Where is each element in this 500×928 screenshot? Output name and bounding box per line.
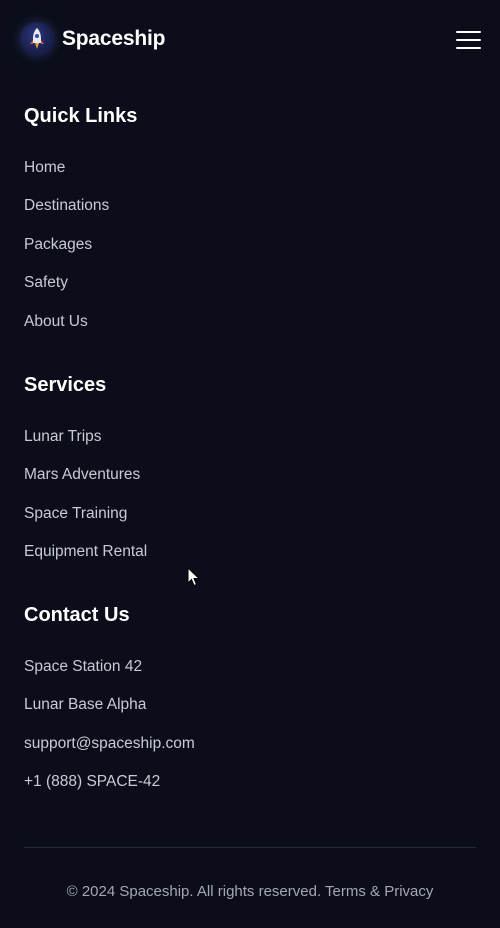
list-item: Destinations [24, 197, 476, 235]
quick-links-list: Home Destinations Packages Safety About … [24, 159, 476, 351]
list-item: Space Training [24, 505, 476, 543]
contact-heading: Contact Us [24, 604, 130, 626]
link-mars-adventures[interactable]: Mars Adventures [24, 466, 140, 483]
link-about-us[interactable]: About Us [24, 313, 88, 330]
list-item: Safety [24, 274, 476, 312]
list-item: +1 (888) SPACE-42 [24, 773, 476, 811]
contact-list: Space Station 42 Lunar Base Alpha suppor… [24, 658, 476, 812]
link-home[interactable]: Home [24, 159, 65, 176]
footer-bottom: © 2024 Spaceship. All rights reserved. T… [0, 883, 500, 900]
quick-links-section: Quick Links Home Destinations Packages S… [24, 104, 476, 351]
copyright-text: © 2024 Spaceship. All rights reserved. [66, 883, 322, 900]
contact-section: Contact Us Space Station 42 Lunar Base A… [24, 603, 476, 812]
list-item: Lunar Trips [24, 428, 476, 466]
link-space-training[interactable]: Space Training [24, 505, 127, 522]
contact-address-2: Lunar Base Alpha [24, 696, 147, 714]
list-item: support@spaceship.com [24, 735, 476, 773]
link-safety[interactable]: Safety [24, 274, 68, 291]
mouse-cursor-icon [187, 567, 201, 587]
services-section: Services Lunar Trips Mars Adventures Spa… [24, 373, 476, 582]
terms-privacy-link[interactable]: Terms & Privacy [325, 883, 433, 900]
link-destinations[interactable]: Destinations [24, 197, 109, 214]
link-lunar-trips[interactable]: Lunar Trips [24, 428, 102, 445]
list-item: Mars Adventures [24, 466, 476, 504]
contact-email-link[interactable]: support@spaceship.com [24, 735, 195, 752]
site-header: Spaceship [0, 0, 500, 80]
brand-name: Spaceship [62, 27, 166, 50]
rocket-icon [20, 22, 54, 56]
services-list: Lunar Trips Mars Adventures Space Traini… [24, 428, 476, 582]
services-heading: Services [24, 374, 107, 396]
contact-phone-link[interactable]: +1 (888) SPACE-42 [24, 773, 160, 790]
menu-bar [456, 39, 481, 41]
list-item: Home [24, 159, 476, 197]
footer-divider [24, 847, 476, 848]
list-item: Packages [24, 236, 476, 274]
hamburger-menu-icon[interactable] [456, 29, 482, 51]
contact-address-1: Space Station 42 [24, 658, 143, 675]
link-packages[interactable]: Packages [24, 236, 92, 253]
quick-links-heading: Quick Links [24, 105, 138, 127]
menu-bar [456, 31, 481, 33]
link-equipment-rental[interactable]: Equipment Rental [24, 543, 147, 560]
list-item: About Us [24, 313, 476, 351]
list-item: Equipment Rental [24, 543, 476, 581]
brand-logo-link[interactable]: Spaceship [20, 22, 165, 56]
menu-bar [456, 47, 481, 49]
